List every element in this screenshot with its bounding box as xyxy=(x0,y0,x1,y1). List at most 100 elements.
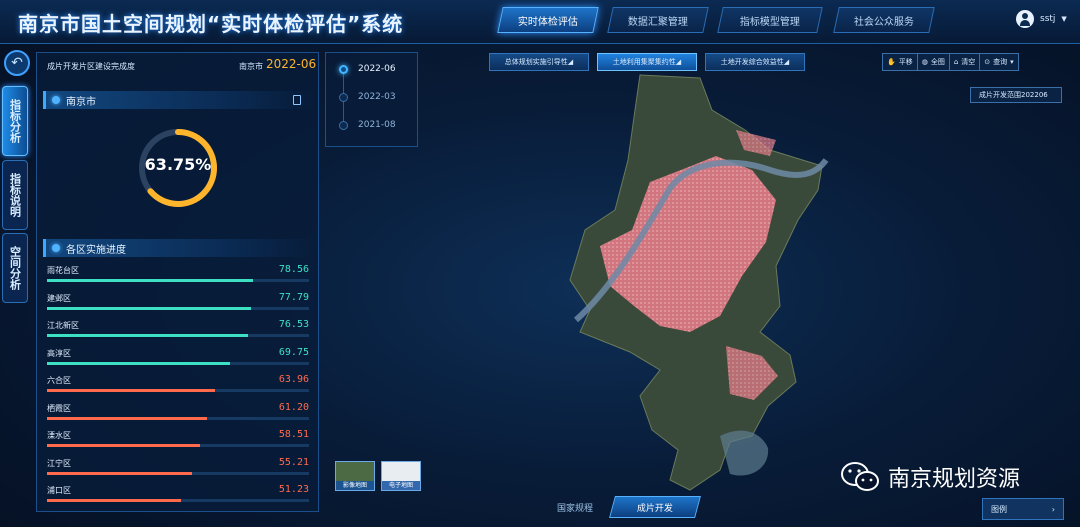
indicator-panel: 成片开发片区建设完成度 南京市 2022-06 南京市 63.75% 各区实施进… xyxy=(36,52,319,512)
district-name: 建邺区 xyxy=(47,293,71,303)
progress-fill xyxy=(47,389,215,392)
layer-select[interactable]: 成片开发范围202206 xyxy=(970,87,1062,103)
progress-fill xyxy=(47,499,182,502)
progress-track xyxy=(47,471,309,475)
district-row[interactable]: 六合区 63.96 xyxy=(45,373,311,397)
tab-indicator-description[interactable]: 指标说明 xyxy=(2,160,28,230)
avatar xyxy=(1016,10,1034,28)
wechat-watermark: 南京规划资源 xyxy=(840,461,1020,493)
full-extent-tool[interactable]: ◍ 全图 xyxy=(918,54,950,70)
legend-toggle[interactable]: 图例 › xyxy=(982,498,1064,520)
watermark-text: 南京规划资源 xyxy=(888,467,1021,492)
district-row[interactable]: 江宁区 55.21 xyxy=(45,456,311,480)
query-icon: ⊙ xyxy=(984,58,991,66)
progress-track xyxy=(47,361,309,365)
timeline-dot-2021-08[interactable] xyxy=(339,121,348,130)
indicator-date: 2022-06 xyxy=(266,57,317,71)
basemap-electronic[interactable]: 电子地图 xyxy=(381,461,421,491)
chevron-right-icon: › xyxy=(1051,504,1055,514)
tab-indicator-analysis[interactable]: 指标分析 xyxy=(2,86,28,156)
district-value: 63.96 xyxy=(278,374,309,385)
district-name: 栖霞区 xyxy=(47,403,71,413)
district-name: 高淳区 xyxy=(47,348,71,358)
timeline-dot-2022-06[interactable] xyxy=(339,65,348,74)
district-name: 浦口区 xyxy=(47,486,71,495)
clear-tool[interactable]: ⌂ 清空 xyxy=(950,54,981,70)
city-summary-header: 南京市 xyxy=(43,91,313,109)
progress-track xyxy=(47,499,309,502)
progress-fill xyxy=(47,279,253,282)
timeline-date[interactable]: 2021-08 xyxy=(358,120,396,130)
district-value: 76.53 xyxy=(278,319,309,330)
nav-data-management[interactable]: 数据汇聚管理 xyxy=(607,7,709,33)
district-row[interactable]: 建邺区 77.79 xyxy=(45,291,311,315)
back-arrow-icon: ↶ xyxy=(11,55,23,71)
section-dot-icon xyxy=(52,244,60,252)
tab-spatial-analysis[interactable]: 空间分析 xyxy=(2,233,28,303)
district-row[interactable]: 栖霞区 61.20 xyxy=(45,401,311,425)
progress-fill xyxy=(47,334,248,337)
timeline-date[interactable]: 2022-03 xyxy=(358,92,396,102)
username: sstj xyxy=(1040,14,1056,24)
indicator-name: 成片开发片区建设完成度 xyxy=(47,62,135,71)
nav-public-service[interactable]: 社会公众服务 xyxy=(833,7,935,33)
caret-icon: ◢ xyxy=(783,58,790,66)
timeline-dot-2022-03[interactable] xyxy=(339,93,348,102)
progress-track xyxy=(47,306,309,310)
app-title: 南京市国土空间规划“实时体检评估”系统 xyxy=(18,12,404,36)
wechat-icon xyxy=(841,462,879,491)
progress-fill xyxy=(47,416,208,420)
progress-fill xyxy=(47,361,230,365)
tab-development-benefit[interactable]: 土地开发综合效益性 ◢ xyxy=(705,53,805,71)
district-row[interactable]: 雨花台区 78.56 xyxy=(45,263,311,287)
chevron-down-icon: ▾ xyxy=(1010,58,1014,66)
tab-block-development[interactable]: 成片开发 xyxy=(609,496,701,518)
district-progress-title: 各区实施进度 xyxy=(66,244,126,256)
document-icon[interactable] xyxy=(293,95,301,105)
globe-icon: ◍ xyxy=(921,58,928,66)
district-name: 雨花台区 xyxy=(47,266,79,275)
progress-fill xyxy=(47,471,192,475)
pan-tool[interactable]: ✋ 平移 xyxy=(883,54,918,70)
query-tool[interactable]: ⊙ 查询 ▾ xyxy=(980,54,1017,70)
district-value: 77.79 xyxy=(278,291,309,303)
map-toolbar: ✋ 平移 ◍ 全图 ⌂ 清空 ⊙ 查询 ▾ xyxy=(882,53,1019,71)
district-value: 61.20 xyxy=(278,401,309,413)
indicator-city: 南京市 xyxy=(239,62,263,71)
timeline-date[interactable]: 2022-06 xyxy=(358,64,396,74)
district-name: 江北新区 xyxy=(47,321,79,330)
district-progress-header: 各区实施进度 xyxy=(43,239,313,257)
user-menu[interactable]: sstj ▼ xyxy=(1016,10,1067,28)
hand-icon: ✋ xyxy=(887,58,896,66)
tab-plan-guidance[interactable]: 总体规划实施引导性 ◢ xyxy=(489,53,589,71)
district-name: 江宁区 xyxy=(47,458,71,468)
chevron-down-icon: ▼ xyxy=(1061,15,1067,23)
district-row[interactable]: 浦口区 51.23 xyxy=(45,483,311,507)
district-value: 58.51 xyxy=(278,429,309,440)
legend-label: 图例 xyxy=(991,504,1007,514)
gauge-value: 63.75% xyxy=(144,155,212,174)
back-button[interactable]: ↶ xyxy=(4,50,30,76)
tab-national-rules[interactable]: 国家规程 xyxy=(540,496,610,518)
district-row[interactable]: 溧水区 58.51 xyxy=(45,428,311,452)
date-timeline: 2022-06 2022-03 2021-08 xyxy=(325,52,418,147)
nav-realtime-assessment[interactable]: 实时体检评估 xyxy=(497,7,599,33)
section-dot-icon xyxy=(52,96,60,104)
progress-track xyxy=(47,444,309,447)
nav-indicator-model[interactable]: 指标模型管理 xyxy=(717,7,823,33)
progress-track xyxy=(47,416,309,420)
nanjing-map[interactable] xyxy=(540,70,840,500)
district-row[interactable]: 高淳区 69.75 xyxy=(45,346,311,370)
lake xyxy=(720,430,769,476)
progress-track xyxy=(47,279,309,282)
progress-track xyxy=(47,389,309,392)
progress-fill xyxy=(47,444,201,447)
district-value: 55.21 xyxy=(278,456,309,468)
tab-land-intensity[interactable]: 土地利用集聚集约性 ◢ xyxy=(597,53,697,71)
district-value: 51.23 xyxy=(278,484,309,495)
basemap-imagery[interactable]: 影像地图 xyxy=(335,461,375,491)
progress-track xyxy=(47,334,309,337)
district-row[interactable]: 江北新区 76.53 xyxy=(45,318,311,342)
district-name: 溧水区 xyxy=(47,431,71,440)
district-value: 78.56 xyxy=(278,264,309,275)
